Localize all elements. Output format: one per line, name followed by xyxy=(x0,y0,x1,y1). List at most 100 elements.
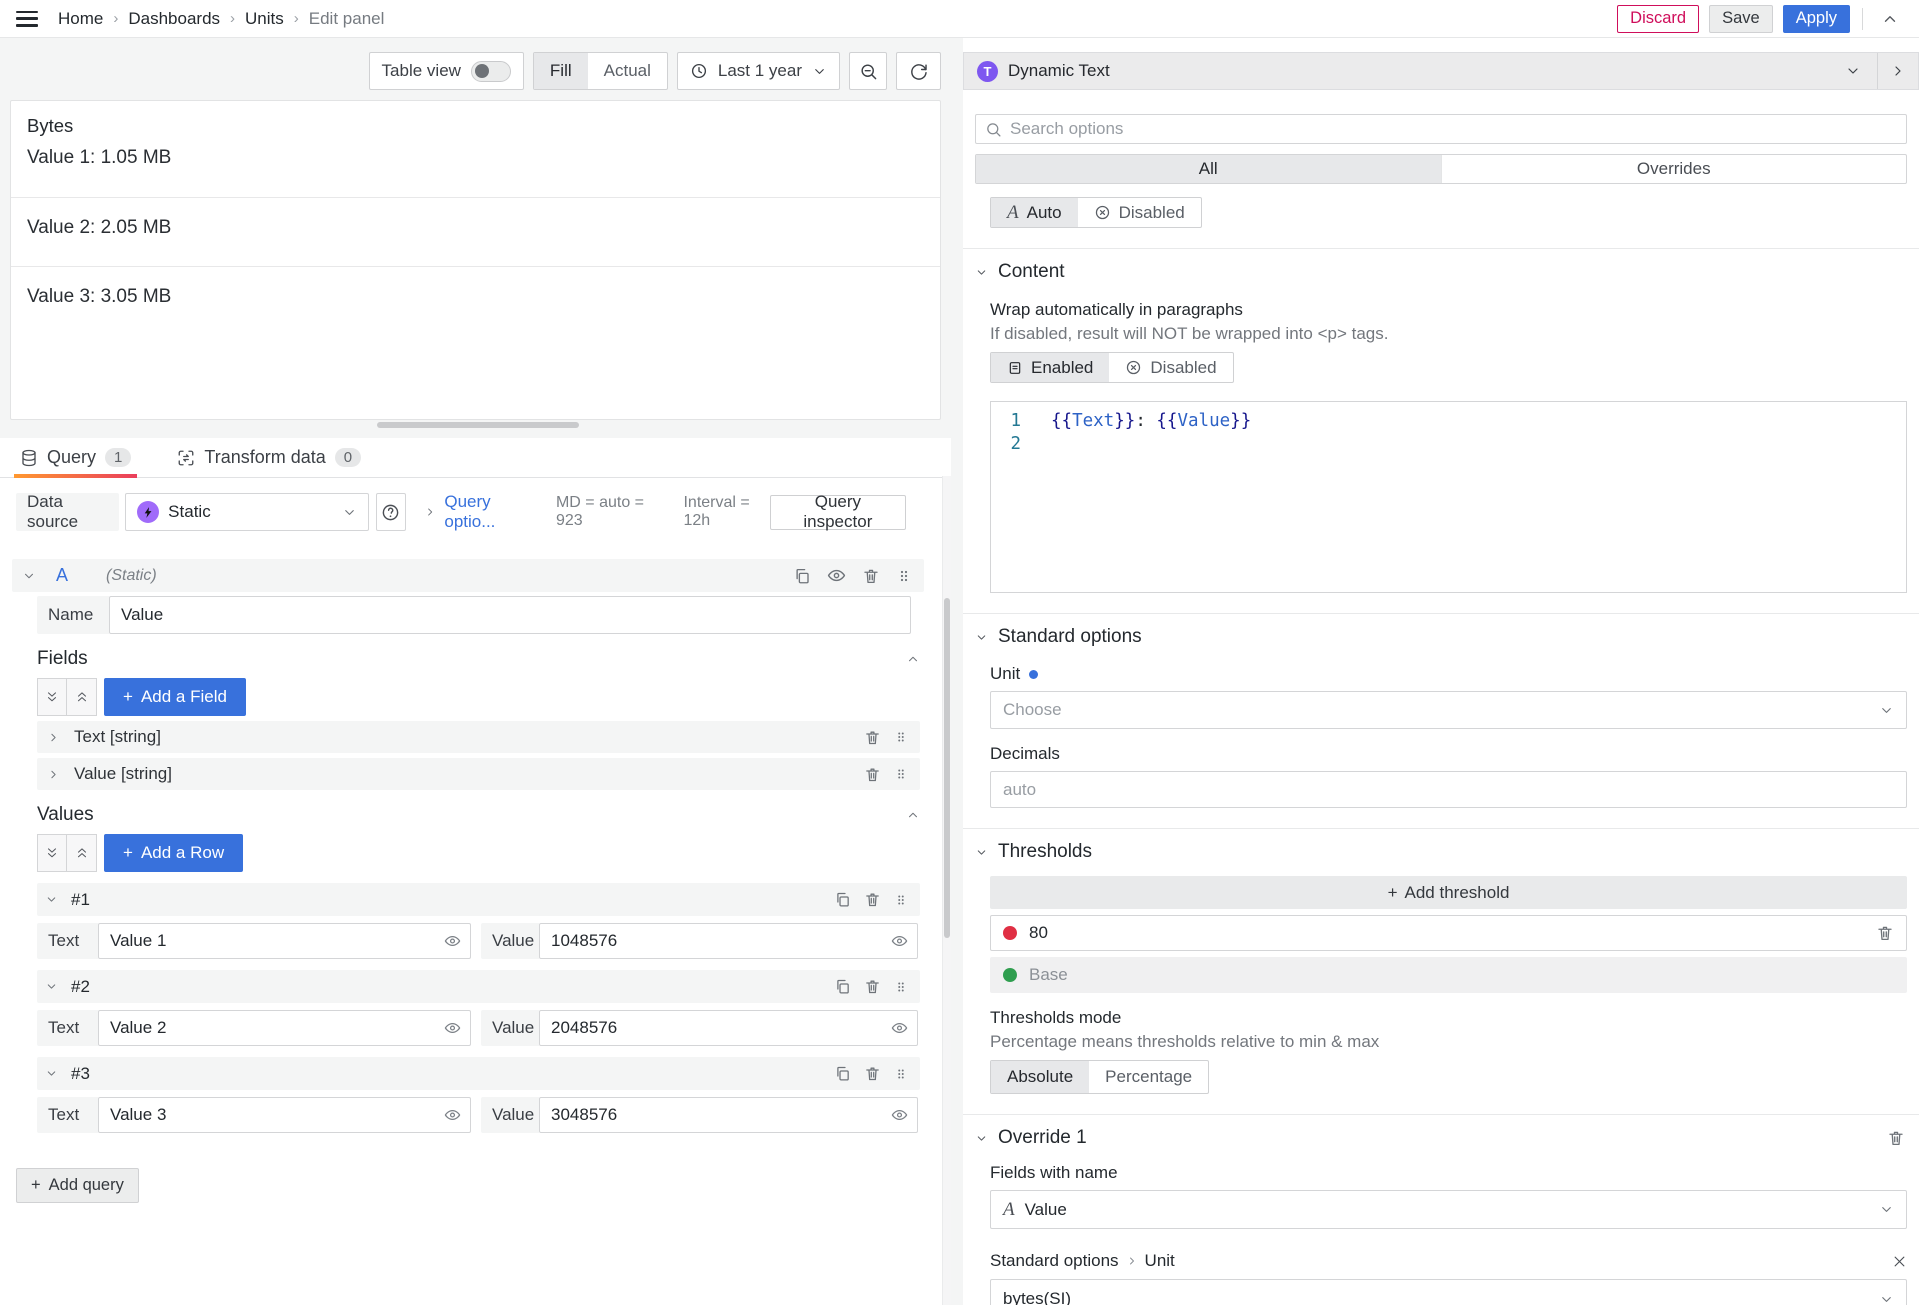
text-input[interactable] xyxy=(99,1011,470,1045)
tab-overrides[interactable]: Overrides xyxy=(1441,155,1907,183)
value-input[interactable] xyxy=(540,1011,917,1045)
delete-query-icon[interactable] xyxy=(862,567,880,585)
options-search-input[interactable] xyxy=(1010,119,1897,139)
query-options-link[interactable]: Query optio... xyxy=(444,492,534,532)
auto-option[interactable]: A Auto xyxy=(991,198,1078,227)
drag-handle-icon[interactable] xyxy=(894,1066,908,1082)
delete-row-icon[interactable] xyxy=(864,1065,881,1082)
text-input[interactable] xyxy=(99,924,470,958)
disabled-option[interactable]: Disabled xyxy=(1078,198,1201,227)
unit-select[interactable]: Choose xyxy=(990,691,1907,729)
tab-query[interactable]: Query 1 xyxy=(14,447,137,477)
eye-icon[interactable] xyxy=(444,1020,461,1037)
breadcrumb-units[interactable]: Units xyxy=(245,9,284,29)
datasource-help-button[interactable] xyxy=(376,493,406,531)
threshold-color-dot[interactable] xyxy=(1003,968,1017,982)
collapse-all-rows-icon[interactable] xyxy=(37,834,67,872)
field-matcher-select[interactable]: A Value xyxy=(990,1190,1907,1229)
duplicate-row-icon[interactable] xyxy=(834,978,851,995)
query-inspector-button[interactable]: Query inspector xyxy=(770,495,906,530)
delete-row-icon[interactable] xyxy=(864,978,881,995)
field-row-text[interactable]: Text [string] xyxy=(37,721,920,753)
query-options-toggle[interactable]: Query optio... xyxy=(424,492,534,532)
expand-all-rows-icon[interactable] xyxy=(67,834,97,872)
duplicate-row-icon[interactable] xyxy=(834,891,851,908)
value-row-header[interactable]: #2 xyxy=(37,970,920,1003)
query-name-input[interactable] xyxy=(110,597,910,633)
eye-icon[interactable] xyxy=(444,1107,461,1124)
add-threshold-button[interactable]: + Add threshold xyxy=(990,876,1907,909)
code-line-1[interactable]: {{Text}}: {{Value}} xyxy=(1051,410,1906,433)
drag-handle-icon[interactable] xyxy=(894,979,908,995)
expand-all-fields-icon[interactable] xyxy=(67,678,97,716)
collapse-all-fields-icon[interactable] xyxy=(37,678,67,716)
absolute-option[interactable]: Absolute xyxy=(991,1061,1089,1093)
value-input[interactable] xyxy=(540,1098,917,1132)
value-input[interactable] xyxy=(540,924,917,958)
save-button[interactable]: Save xyxy=(1709,5,1773,33)
delete-field-icon[interactable] xyxy=(864,766,881,783)
chevron-right-icon[interactable] xyxy=(47,768,60,781)
value-row-header[interactable]: #1 xyxy=(37,883,920,916)
scrollbar-thumb[interactable] xyxy=(944,598,950,938)
query-a-header[interactable]: A (Static) xyxy=(12,559,924,592)
chevron-up-icon[interactable] xyxy=(1875,5,1905,33)
table-view-toggle[interactable]: Table view xyxy=(369,52,524,90)
eye-icon[interactable] xyxy=(891,1020,908,1037)
standard-options-header[interactable]: Standard options xyxy=(975,626,1911,648)
chevron-right-icon[interactable] xyxy=(47,731,60,744)
pane-resize-handle[interactable] xyxy=(377,422,579,428)
visualization-picker[interactable]: T Dynamic Text xyxy=(963,52,1919,90)
refresh-button[interactable] xyxy=(896,52,941,90)
value-row-header[interactable]: #3 xyxy=(37,1057,920,1090)
override-unit-select[interactable]: bytes(SI) xyxy=(990,1279,1907,1305)
add-field-button[interactable]: + Add a Field xyxy=(104,678,246,716)
field-row-value[interactable]: Value [string] xyxy=(37,758,920,790)
threshold-value[interactable]: 80 xyxy=(1029,923,1048,943)
decimals-input[interactable] xyxy=(991,780,1906,800)
drag-handle-icon[interactable] xyxy=(894,729,908,745)
actual-option[interactable]: Actual xyxy=(588,53,667,89)
enabled-option[interactable]: Enabled xyxy=(991,353,1109,382)
table-view-switch[interactable] xyxy=(471,61,511,82)
delete-threshold-icon[interactable] xyxy=(1876,924,1894,942)
datasource-select[interactable]: Static xyxy=(125,493,369,531)
delete-override-icon[interactable] xyxy=(1887,1129,1905,1147)
chevron-down-icon[interactable] xyxy=(45,1067,58,1080)
tab-all[interactable]: All xyxy=(976,155,1441,183)
menu-toggle-icon[interactable] xyxy=(14,9,40,29)
add-row-button[interactable]: + Add a Row xyxy=(104,834,243,872)
chevron-down-icon[interactable] xyxy=(45,980,58,993)
add-query-button[interactable]: + Add query xyxy=(16,1168,139,1203)
collapse-fields-icon[interactable] xyxy=(906,652,920,666)
breadcrumb-dashboards[interactable]: Dashboards xyxy=(128,9,220,29)
drag-handle-icon[interactable] xyxy=(894,892,908,908)
delete-field-icon[interactable] xyxy=(864,729,881,746)
collapse-values-icon[interactable] xyxy=(906,808,920,822)
thresholds-header[interactable]: Thresholds xyxy=(975,841,1911,863)
percentage-option[interactable]: Percentage xyxy=(1089,1061,1208,1093)
eye-icon[interactable] xyxy=(891,933,908,950)
remove-property-icon[interactable] xyxy=(1892,1254,1907,1269)
delete-row-icon[interactable] xyxy=(864,891,881,908)
options-search[interactable] xyxy=(975,114,1907,144)
toggle-options-pane-button[interactable] xyxy=(1877,53,1918,89)
apply-button[interactable]: Apply xyxy=(1783,5,1850,33)
eye-icon[interactable] xyxy=(891,1107,908,1124)
threshold-color-dot[interactable] xyxy=(1003,926,1017,940)
duplicate-row-icon[interactable] xyxy=(834,1065,851,1082)
disabled-option[interactable]: Disabled xyxy=(1109,353,1232,382)
text-input[interactable] xyxy=(99,1098,470,1132)
scrollbar[interactable] xyxy=(942,476,951,1305)
collapse-query-icon[interactable] xyxy=(22,569,36,583)
content-section-header[interactable]: Content xyxy=(975,261,1911,283)
chevron-down-icon[interactable] xyxy=(1845,63,1861,79)
override-header[interactable]: Override 1 xyxy=(975,1127,1911,1149)
drag-handle-icon[interactable] xyxy=(894,766,908,782)
breadcrumb-home[interactable]: Home xyxy=(58,9,103,29)
eye-icon[interactable] xyxy=(444,933,461,950)
duplicate-query-icon[interactable] xyxy=(793,567,811,585)
fill-option[interactable]: Fill xyxy=(534,53,588,89)
zoom-out-button[interactable] xyxy=(849,52,887,90)
code-content[interactable]: {{Text}}: {{Value}} xyxy=(1035,402,1906,592)
